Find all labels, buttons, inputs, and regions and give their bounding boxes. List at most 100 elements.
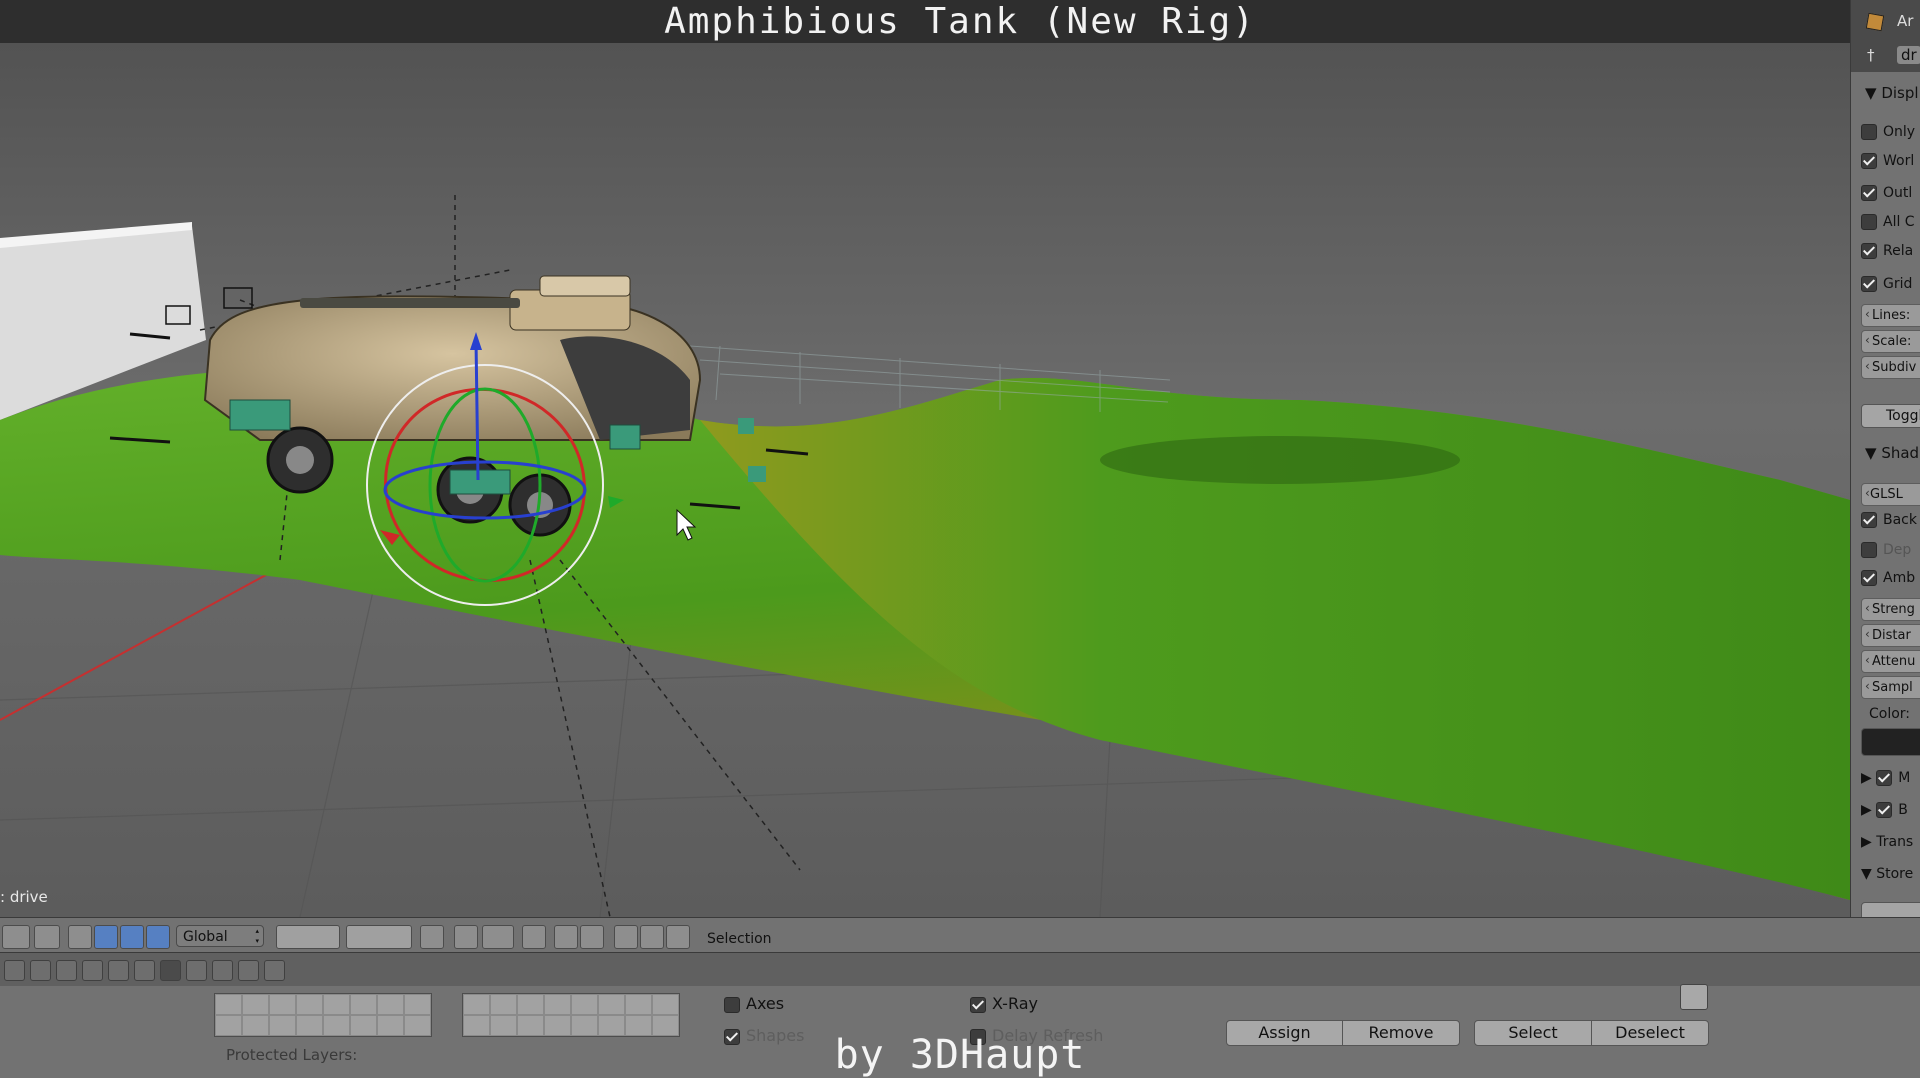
checkbox[interactable]: [1861, 214, 1877, 230]
layer-cell[interactable]: [463, 994, 490, 1015]
checkbox[interactable]: [1861, 124, 1877, 140]
tab-bone-constraints[interactable]: [264, 960, 285, 981]
layer-buttons-group-1[interactable]: [276, 925, 340, 949]
collapsed-section-transform[interactable]: ▶ Trans: [1861, 834, 1913, 856]
layer-cell[interactable]: [296, 994, 323, 1015]
tab-render[interactable]: [4, 960, 25, 981]
paste-pose-icon[interactable]: [640, 925, 664, 949]
section-store[interactable]: ▼ Store: [1861, 866, 1913, 888]
display-row-grid[interactable]: Grid: [1861, 276, 1912, 298]
tab-scene[interactable]: [56, 960, 77, 981]
paste-flipped-pose-icon[interactable]: [666, 925, 690, 949]
display-row-world[interactable]: Worl: [1861, 153, 1914, 175]
tab-world[interactable]: [82, 960, 103, 981]
checkbox[interactable]: [970, 996, 986, 1013]
checkbox[interactable]: [1861, 153, 1877, 169]
tab-object[interactable]: [108, 960, 129, 981]
lock-layers-icon[interactable]: [420, 925, 444, 949]
shading-section-header[interactable]: ▼ Shad: [1865, 444, 1919, 462]
store-button[interactable]: [1861, 902, 1920, 917]
shading-mode-select[interactable]: GLSL: [1861, 483, 1920, 506]
properties-sidebar[interactable]: Ar † dr ▼ Displ Only Worl Outl All C Rel…: [1850, 0, 1920, 917]
checkbox[interactable]: [1861, 542, 1877, 558]
manipulator-toggle-icon[interactable]: [68, 925, 92, 949]
pin-icon[interactable]: †: [1867, 46, 1875, 64]
armature-layers-grid-2[interactable]: [462, 993, 680, 1037]
collapsed-section-b[interactable]: ▶ B: [1861, 802, 1908, 824]
viewport-header: Global Selection: [0, 917, 1920, 953]
layer-cell[interactable]: [625, 994, 652, 1015]
checkbox[interactable]: [1876, 802, 1893, 818]
checkbox[interactable]: [1876, 770, 1893, 786]
layer-cell[interactable]: [242, 994, 269, 1015]
shading-row-ambient[interactable]: Amb: [1861, 570, 1915, 592]
section-label: Trans: [1876, 834, 1914, 850]
snap-icon[interactable]: [34, 925, 60, 949]
layer-cell[interactable]: [544, 994, 571, 1015]
copy-pose-icon[interactable]: [614, 925, 638, 949]
axes-option[interactable]: Axes: [724, 994, 784, 1013]
display-row-relationship[interactable]: Rela: [1861, 243, 1913, 265]
checkbox[interactable]: [1861, 512, 1877, 528]
tab-render-layers[interactable]: [30, 960, 51, 981]
orientation-select[interactable]: Global: [176, 925, 264, 947]
shading-section-label: Shad: [1881, 444, 1920, 462]
layer-cell[interactable]: [517, 994, 544, 1015]
tab-texture[interactable]: [212, 960, 233, 981]
snap-element-icon[interactable]: [482, 925, 514, 949]
panel-collapse-icon[interactable]: [1680, 984, 1708, 1010]
xray-option[interactable]: X-Ray: [970, 994, 1038, 1013]
header-item-data[interactable]: dr: [1897, 46, 1920, 64]
rotate-manipulator-icon[interactable]: [120, 925, 144, 949]
ao-samples-field[interactable]: Sampl: [1861, 676, 1920, 699]
tab-bone[interactable]: [186, 960, 207, 981]
expand-arrow-icon: ▼: [1861, 866, 1872, 882]
checkbox[interactable]: [1861, 276, 1877, 292]
grid-subdivisions-field[interactable]: Subdiv: [1861, 356, 1920, 379]
pivot-point-icon[interactable]: [2, 925, 30, 949]
layer-cell[interactable]: [269, 994, 296, 1015]
ao-distance-field[interactable]: Distar: [1861, 624, 1920, 647]
byline-overlay: by 3DHaupt: [834, 1032, 1086, 1078]
display-row-outline[interactable]: Outl: [1861, 185, 1912, 207]
layer-cell[interactable]: [652, 994, 679, 1015]
shading-row-depth[interactable]: Dep: [1861, 542, 1911, 564]
render-animation-icon[interactable]: [580, 925, 604, 949]
display-row-only[interactable]: Only: [1861, 124, 1915, 146]
layer-buttons-group-2[interactable]: [346, 925, 412, 949]
tab-constraints[interactable]: [134, 960, 155, 981]
selection-label: Selection: [707, 931, 772, 947]
display-row-all[interactable]: All C: [1861, 214, 1915, 236]
scale-manipulator-icon[interactable]: [146, 925, 170, 949]
display-section-header[interactable]: ▼ Displ: [1865, 84, 1919, 102]
proportional-edit-icon[interactable]: [454, 925, 478, 949]
grid-scale-field[interactable]: Scale:: [1861, 330, 1920, 353]
ao-color-swatch[interactable]: [1861, 728, 1920, 756]
checkbox[interactable]: [1861, 243, 1877, 259]
ao-strength-field[interactable]: Streng: [1861, 598, 1920, 621]
layer-cell[interactable]: [215, 994, 242, 1015]
collapsed-section-m[interactable]: ▶ M: [1861, 770, 1910, 792]
layer-cell[interactable]: [490, 994, 517, 1015]
3d-viewport[interactable]: [0, 0, 1850, 917]
render-icon[interactable]: [554, 925, 578, 949]
checkbox[interactable]: [1861, 570, 1877, 586]
snap-target-icon[interactable]: [522, 925, 546, 949]
tab-physics[interactable]: [238, 960, 259, 981]
layer-cell[interactable]: [377, 994, 404, 1015]
grid-lines-field[interactable]: Lines:: [1861, 304, 1920, 327]
ao-attenuation-field[interactable]: Attenu: [1861, 650, 1920, 673]
layer-cell[interactable]: [323, 994, 350, 1015]
row-label: Rela: [1883, 243, 1914, 259]
translate-manipulator-icon[interactable]: [94, 925, 118, 949]
layer-cell[interactable]: [404, 994, 431, 1015]
toggle-button[interactable]: Toggle: [1861, 404, 1920, 428]
shading-row-backface[interactable]: Back: [1861, 512, 1917, 534]
tab-armature-data[interactable]: [160, 960, 181, 981]
checkbox[interactable]: [1861, 185, 1877, 201]
layer-cell[interactable]: [571, 994, 598, 1015]
layer-cell[interactable]: [598, 994, 625, 1015]
armature-layers-grid-1[interactable]: [214, 993, 432, 1037]
layer-cell[interactable]: [350, 994, 377, 1015]
checkbox[interactable]: [724, 996, 740, 1013]
